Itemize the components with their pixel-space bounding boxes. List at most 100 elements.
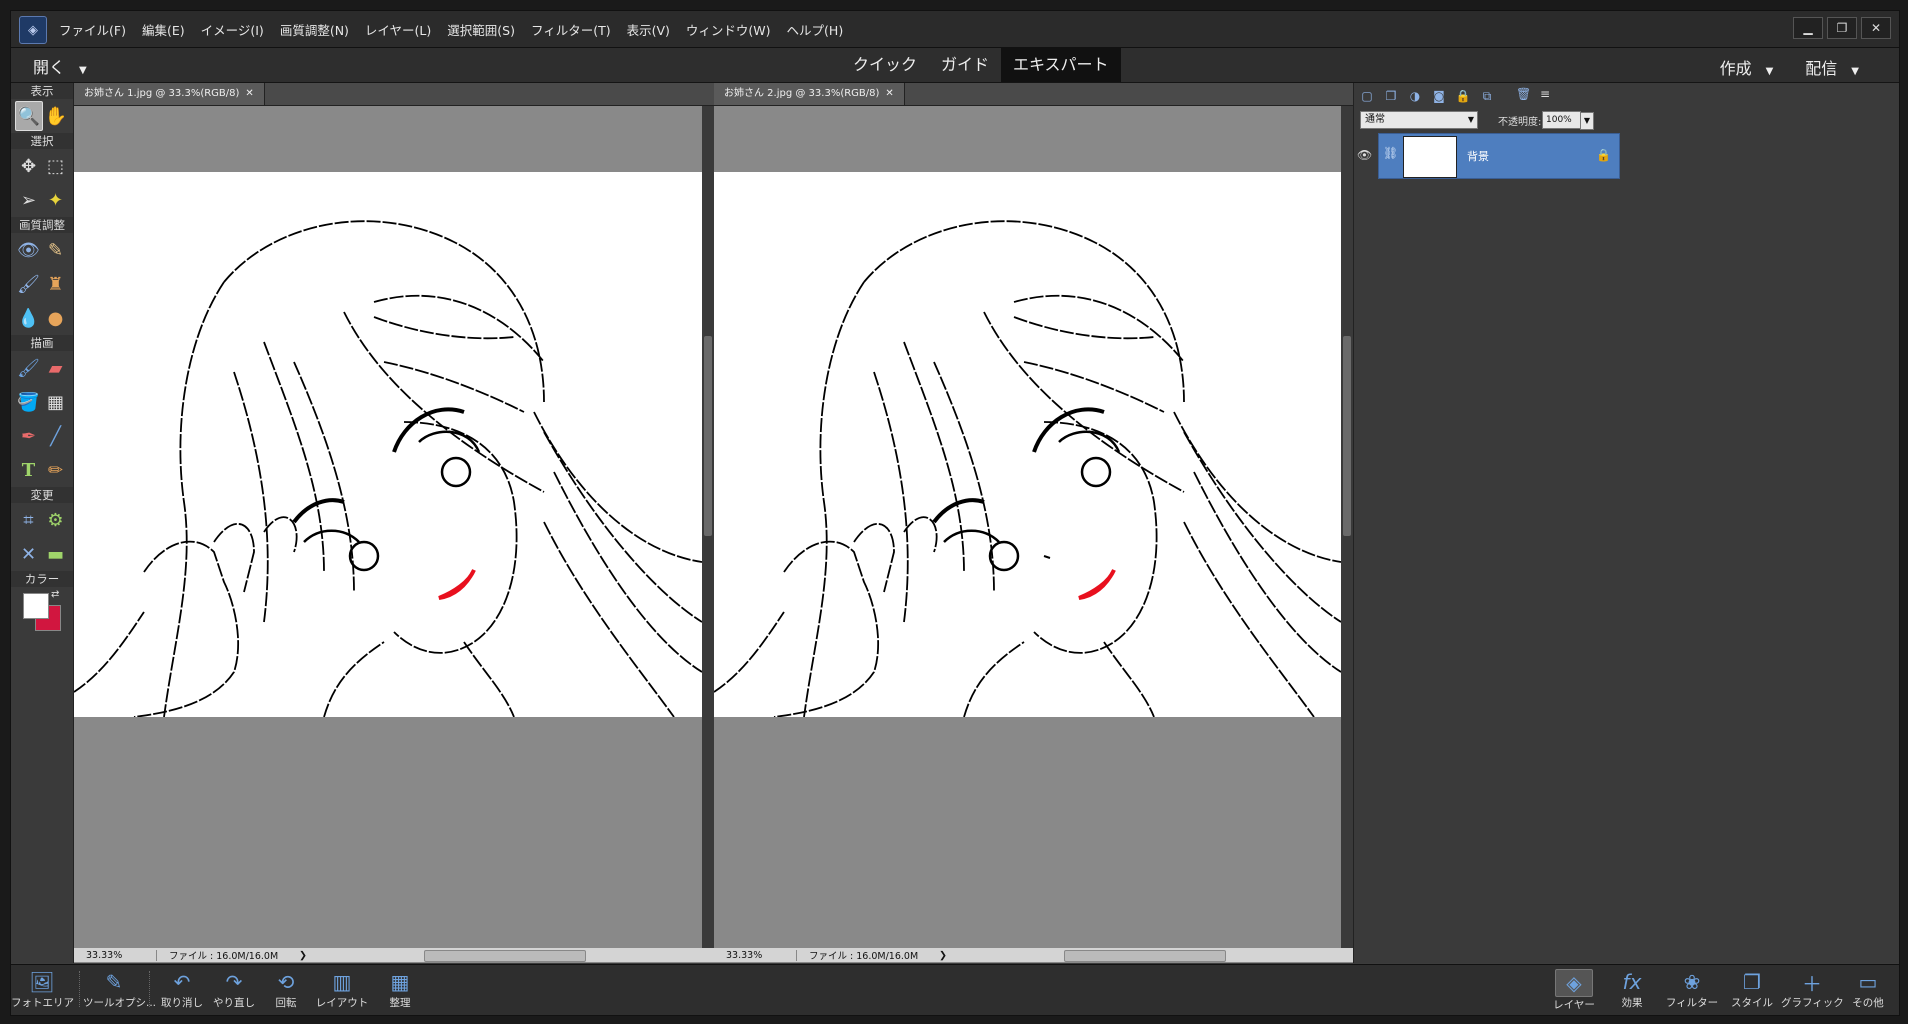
rotate-icon: ⟲ — [277, 970, 295, 994]
status-arrow-icon[interactable]: ❯ — [299, 950, 307, 961]
menu-filter[interactable]: フィルター(T) — [531, 20, 611, 39]
chevron-down-icon: ▼ — [1467, 115, 1474, 124]
new-group-icon[interactable]: ❐ — [1382, 87, 1400, 105]
swap-colors-icon[interactable]: ⇄ — [51, 589, 59, 600]
lasso-tool-icon[interactable]: ➢ — [15, 186, 42, 214]
menu-help[interactable]: ヘルプ(H) — [787, 20, 844, 39]
zoom-level[interactable]: 33.33% — [714, 949, 797, 961]
menu-window[interactable]: ウィンドウ(W) — [686, 20, 771, 39]
status-bar-2: 33.33% ファイル : 16.0M/16.0M ❯ — [714, 948, 1353, 962]
hand-tool-icon[interactable]: ✋ — [43, 102, 69, 130]
layer-lock-icon[interactable]: 🔒 — [1596, 148, 1611, 162]
straighten-tool-icon[interactable]: ▬ — [42, 540, 69, 568]
lock-all-icon[interactable]: ⧉ — [1478, 87, 1496, 105]
more-panel-icon: ▭ — [1858, 970, 1878, 994]
type-tool-icon[interactable]: T — [15, 456, 42, 484]
gradient-tool-icon[interactable]: ▦ — [42, 388, 69, 416]
canvas-area-1[interactable] — [74, 106, 702, 948]
content-aware-move-icon[interactable]: ✕ — [15, 540, 42, 568]
filters-icon: ❀ — [1683, 970, 1701, 994]
styles-icon: ❐ — [1743, 970, 1761, 994]
panel-menu-icon[interactable]: ≡ — [1540, 87, 1550, 101]
close-button[interactable]: ✕ — [1861, 17, 1891, 39]
organizer-button[interactable]: ▦ 整理 — [369, 969, 431, 1010]
open-button[interactable]: 開く ▼ — [33, 54, 87, 78]
photo-bin-button[interactable]: 🖼 フォトエリア — [11, 969, 74, 1010]
tab-expert[interactable]: エキスパート — [1001, 48, 1121, 82]
visibility-eye-icon[interactable]: 👁 — [1357, 148, 1372, 162]
sponge-tool-icon[interactable]: ● — [42, 304, 69, 332]
vertical-scrollbar-2[interactable] — [1341, 106, 1353, 948]
tab-guided[interactable]: ガイド — [929, 48, 1001, 82]
pencil-tool-icon[interactable]: ✏ — [42, 456, 69, 484]
new-layer-icon[interactable]: ▢ — [1358, 87, 1376, 105]
redeye-tool-icon[interactable]: 👁 — [15, 236, 42, 264]
move-tool-icon[interactable]: ✥ — [15, 152, 42, 180]
layout-button[interactable]: ▥ レイアウト — [311, 969, 373, 1010]
document-tab-2[interactable]: お姉さん 2.jpg @ 33.3%(RGB/8) ✕ — [714, 83, 905, 105]
horizontal-scroll-thumb[interactable] — [1064, 950, 1226, 962]
menu-edit[interactable]: 編集(E) — [142, 20, 185, 39]
line-tool-icon[interactable]: ╱ — [42, 422, 69, 450]
restore-button[interactable]: ❐ — [1827, 17, 1857, 39]
scroll-thumb[interactable] — [704, 336, 712, 536]
magic-wand-icon[interactable]: ✦ — [42, 186, 69, 214]
menu-file[interactable]: ファイル(F) — [59, 20, 126, 39]
tab-quick[interactable]: クイック — [841, 48, 929, 82]
create-button[interactable]: 作成 ▼ — [1720, 55, 1774, 79]
app-logo-icon[interactable]: ◈ — [19, 16, 47, 44]
zoom-tool-icon[interactable]: 🔍 — [15, 101, 43, 131]
adjustment-layer-icon[interactable]: ◑ — [1406, 87, 1424, 105]
lock-icon[interactable]: 🔒 — [1454, 87, 1472, 105]
layers-panel: ▢ ❐ ◑ ◙ 🔒 ⧉ 🗑 ≡ 通常 ▼ 不透明度: 100% ▼ 👁 ⛓ 背景 🔒 — [1353, 83, 1899, 963]
minimize-button[interactable]: ▁ — [1793, 17, 1823, 39]
effects-button[interactable]: fx 効果 — [1601, 969, 1663, 1010]
eyedropper-tool-icon[interactable]: ✒ — [15, 422, 42, 450]
menu-layer[interactable]: レイヤー(L) — [365, 20, 431, 39]
paint-bucket-icon[interactable]: 🪣 — [15, 388, 42, 416]
canvas-area-2[interactable] — [714, 106, 1341, 948]
menu-select[interactable]: 選択範囲(S) — [447, 20, 515, 39]
tool-options-button[interactable]: ✎ ツールオプシ... — [83, 969, 156, 1010]
filters-button[interactable]: ❀ フィルター — [1661, 969, 1723, 1010]
brush-tool-icon[interactable]: 🖌 — [15, 354, 42, 382]
menu-view[interactable]: 表示(V) — [627, 20, 670, 39]
healing-brush-icon[interactable]: ✎ — [42, 236, 69, 264]
recompose-tool-icon[interactable]: ⚙ — [42, 506, 69, 534]
trash-icon[interactable]: 🗑 — [1516, 87, 1531, 101]
status-arrow-icon[interactable]: ❯ — [939, 950, 947, 961]
layers-panel-button[interactable]: ◈ レイヤー — [1543, 969, 1605, 1012]
scroll-thumb[interactable] — [1343, 336, 1351, 536]
menu-image[interactable]: イメージ(I) — [201, 20, 264, 39]
foreground-color-swatch[interactable] — [23, 593, 49, 619]
section-draw-label: 描画 — [11, 335, 73, 351]
rotate-button[interactable]: ⟲ 回転 — [255, 969, 317, 1010]
chevron-down-icon[interactable]: ▼ — [1580, 112, 1594, 130]
vertical-scrollbar-1[interactable] — [702, 106, 714, 948]
styles-button[interactable]: ❐ スタイル — [1721, 969, 1783, 1010]
crop-tool-icon[interactable]: ⌗ — [15, 506, 42, 534]
opacity-field[interactable]: 100% ▼ — [1542, 111, 1594, 130]
color-swatches[interactable]: ⇄ — [11, 587, 73, 647]
blend-mode-select[interactable]: 通常 ▼ — [1360, 111, 1478, 129]
horizontal-scroll-thumb[interactable] — [424, 950, 586, 962]
blur-tool-icon[interactable]: 💧 — [15, 304, 42, 332]
close-tab-icon[interactable]: ✕ — [885, 88, 893, 99]
separator — [79, 971, 81, 1007]
zoom-level[interactable]: 33.33% — [74, 949, 157, 961]
more-button[interactable]: ▭ その他 — [1837, 969, 1899, 1010]
section-modify-label: 変更 — [11, 487, 73, 503]
artboard-1 — [74, 172, 702, 718]
share-button[interactable]: 配信 ▼ — [1805, 55, 1859, 79]
layer-name[interactable]: 背景 — [1467, 148, 1489, 164]
smart-brush-icon[interactable]: 🖌 — [15, 270, 42, 298]
layer-row-background[interactable]: 👁 ⛓ 背景 🔒 — [1357, 133, 1620, 179]
layer-mask-icon[interactable]: ◙ — [1430, 87, 1448, 105]
menu-enhance[interactable]: 画質調整(N) — [280, 20, 349, 39]
eraser-tool-icon[interactable]: ▰ — [42, 354, 69, 382]
graphics-button[interactable]: ＋グラフィック — [1781, 969, 1844, 1010]
document-tab-1[interactable]: お姉さん 1.jpg @ 33.3%(RGB/8) ✕ — [74, 83, 265, 105]
close-tab-icon[interactable]: ✕ — [245, 88, 253, 99]
clone-stamp-icon[interactable]: ♜ — [42, 270, 69, 298]
marquee-tool-icon[interactable]: ⬚ — [42, 152, 69, 180]
